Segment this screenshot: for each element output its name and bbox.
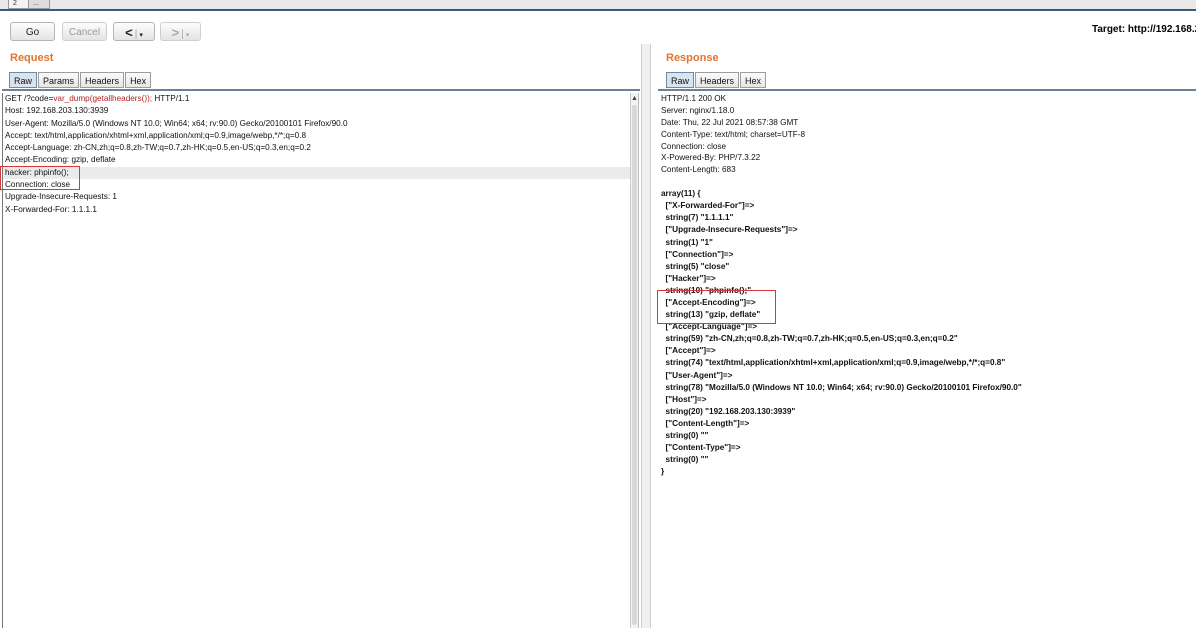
request-line: User-Agent: Mozilla/5.0 (Windows NT 10.0…: [5, 118, 348, 128]
response-body-line: string(20) "192.168.203.130:3939": [661, 406, 796, 416]
request-tab-params[interactable]: Params: [38, 72, 80, 88]
response-body-line: array(11) {: [661, 189, 701, 199]
request-line-current: hacker: phpinfo();: [3, 166, 631, 180]
request-tab-hex[interactable]: Hex: [125, 72, 152, 88]
editor-tab-2[interactable]: 2: [8, 0, 29, 9]
request-line: X-Forwarded-For: 1.1.1.1: [5, 204, 97, 214]
editor-tab-more[interactable]: ...: [28, 0, 50, 9]
chevron-right-icon: >: [171, 25, 180, 40]
separator: |: [181, 29, 184, 40]
response-body-line: }: [661, 467, 665, 477]
chevron-left-icon: <: [125, 25, 133, 40]
response-header-line: Content-Type: text/html; charset=UTF-8: [661, 129, 806, 139]
request-tab-headers[interactable]: Headers: [80, 72, 125, 88]
pane-splitter[interactable]: [641, 44, 651, 628]
response-editor[interactable]: HTTP/1.1 200 OK Server: nginx/1.18.0 Dat…: [658, 93, 1196, 628]
request-scrollbar[interactable]: ▲: [630, 93, 639, 628]
response-body-line: string(74) "text/html,application/xhtml+…: [661, 358, 1006, 368]
separator: |: [134, 29, 138, 40]
response-tab-raw[interactable]: Raw: [666, 72, 695, 88]
request-tab-raw[interactable]: Raw: [9, 72, 38, 88]
target-label[interactable]: Target: http://192.168.2: [1092, 24, 1196, 35]
response-body-line: ["Hacker"]=>: [661, 273, 716, 283]
response-header-line: Server: nginx/1.18.0: [661, 105, 735, 115]
response-body-line: string(0) "": [661, 455, 709, 465]
chevron-down-icon: ▾: [139, 32, 143, 39]
response-body-line: string(0) "": [661, 431, 709, 440]
response-body-line: ["Content-Type"]=>: [661, 443, 741, 453]
cancel-button[interactable]: Cancel: [62, 22, 107, 41]
response-header-line: Date: Thu, 22 Jul 2021 08:57:38 GMT: [661, 117, 799, 127]
response-header-line: X-Powered-By: PHP/7.3.22: [661, 153, 761, 163]
response-body-line: ["Content-Length"]=>: [661, 418, 750, 428]
scroll-thumb[interactable]: [632, 105, 637, 625]
response-header-line: HTTP/1.1 200 OK: [661, 94, 727, 103]
response-body-line: string(7) "1.1.1.1": [661, 213, 734, 223]
go-button[interactable]: Go: [10, 22, 55, 41]
response-body-line: string(5) "close": [661, 261, 730, 271]
scroll-up-icon[interactable]: ▲: [631, 95, 638, 103]
response-tab-underline: [658, 89, 1196, 91]
response-body-line: string(78) "Mozilla/5.0 (Windows NT 10.0…: [661, 382, 1022, 392]
request-title: Request: [10, 52, 54, 64]
request-editor[interactable]: GET /?code=var_dump(getallheaders()); HT…: [2, 93, 631, 628]
response-tab-bar: Raw Headers Hex: [666, 72, 767, 89]
response-body-line: ["User-Agent"]=>: [661, 370, 733, 380]
response-body-line: ["Accept"]=>: [661, 346, 716, 356]
response-body-line: ["Connection"]=>: [661, 249, 734, 259]
response-header-line: Connection: close: [661, 141, 727, 151]
response-body-line: ["X-Forwarded-For"]=>: [661, 201, 755, 211]
request-line: Accept-Encoding: gzip, deflate: [5, 155, 116, 165]
request-tab-bar: Raw Params Headers Hex: [9, 72, 152, 89]
request-highlight-box: [0, 166, 80, 190]
response-body-line: ["Host"]=>: [661, 394, 707, 404]
request-tab-underline: [2, 89, 640, 91]
response-body-line: string(1) "1": [661, 237, 713, 247]
response-header-line: Content-Length: 683: [661, 165, 736, 175]
request-line: Accept: text/html,application/xhtml+xml,…: [5, 130, 307, 140]
response-body-line: string(59) "zh-CN,zh;q=0.8,zh-TW;q=0.7,z…: [661, 334, 958, 344]
response-title: Response: [666, 52, 719, 64]
response-body-line: ["Upgrade-Insecure-Requests"]=>: [661, 225, 798, 235]
request-line: Connection: close: [5, 180, 71, 190]
request-line: Host: 192.168.203.130:3939: [5, 106, 109, 116]
request-param-value: var_dump(getallheaders());: [53, 94, 153, 103]
response-highlight-box: [657, 290, 776, 324]
response-tab-hex[interactable]: Hex: [740, 72, 767, 88]
request-line: Upgrade-Insecure-Requests: 1: [5, 192, 117, 202]
editor-tab-strip: 2 ...: [0, 0, 1196, 11]
request-line: Accept-Language: zh-CN,zh;q=0.8,zh-TW;q=…: [5, 143, 311, 153]
chevron-down-icon: ▾: [185, 32, 190, 39]
back-button[interactable]: < | ▾: [113, 22, 155, 41]
toolbar: Go Cancel < | ▾ > | ▾ Target: http://192.168…: [0, 12, 1196, 48]
response-tab-headers[interactable]: Headers: [695, 72, 740, 88]
request-line: GET /?code=var_dump(getallheaders()); HT…: [5, 94, 190, 103]
forward-button[interactable]: > | ▾: [160, 22, 201, 41]
